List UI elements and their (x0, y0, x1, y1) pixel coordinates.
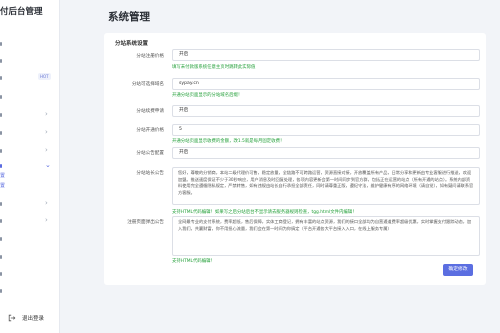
sidebar-item-9[interactable]: › (0, 198, 60, 210)
menu-dot-icon (0, 42, 2, 46)
sidebar-item-8[interactable]: ⌄ (0, 160, 60, 172)
sidebar-item-13[interactable] (0, 268, 60, 280)
menu-dot-icon (0, 289, 2, 293)
chevron-right-icon: › (45, 128, 48, 136)
confirm-button[interactable]: 确定修改 (443, 264, 473, 276)
sidebar-subitem-1[interactable]: 置 (0, 172, 5, 179)
chevron-down-icon: ⌄ (45, 161, 51, 169)
field-label-register-notice: 注册页面弹出公告 (127, 220, 164, 225)
page-title: 系统管理 (108, 11, 150, 23)
announcement-textarea[interactable]: 您好，尊敬的分销商，本站二级代理价可售，稳定放量，全链路不可跨路运营，资源直接对… (172, 167, 480, 205)
menu-dot-icon (0, 219, 2, 223)
hot-badge: HOT (38, 73, 51, 80)
menu-dot-icon (0, 272, 2, 276)
logout-label: 退出登录 (22, 316, 45, 322)
sidebar-item-6[interactable]: › (0, 127, 60, 139)
sidebar-item-11[interactable] (0, 233, 60, 245)
register-price-field[interactable]: 开启 (172, 49, 480, 61)
card-title: 分站系统设置 (115, 41, 149, 47)
field-label-register-price: 分站注册价格 (136, 54, 164, 59)
field-label-domain: 分站可选择域名 (131, 82, 164, 87)
register-notice-textarea[interactable]: 全网最专业的支付系统，费率超低，售后保障，实体工商登记，拥有丰富的站点资源，我们… (172, 216, 480, 256)
announcement-hint: 支持HTML代码编辑！如果写之后分站后台不显示请去服务器规则检查，tgg.htm… (172, 210, 357, 215)
chevron-right-icon: › (45, 199, 48, 207)
chevron-right-icon: › (45, 110, 48, 118)
brand-title: 付后台管理 (0, 7, 43, 17)
domain-hint: 开通分站页面显示的分站域名后缀！ (172, 93, 243, 98)
field-label-renewal: 分站续费申请 (136, 109, 164, 114)
menu-dot-icon (0, 113, 2, 117)
chevron-right-icon: › (45, 146, 48, 154)
sidebar-item-3[interactable]: HOT (0, 72, 60, 84)
sidebar-item-1[interactable] (0, 38, 60, 50)
menu-dot-icon (0, 149, 2, 153)
menu-dot-icon (0, 131, 2, 135)
sidebar-item-5[interactable]: › (0, 109, 60, 121)
register-price-hint: 填写未付款版系统任意主页时跳转此实际值 (172, 65, 256, 70)
settings-card: 分站系统设置 分站注册价格 开启 填写未付款版系统任意主页时跳转此实际值 分站可… (104, 33, 486, 285)
sidebar-item-12[interactable] (0, 251, 60, 263)
open-price-hint: 开通分站页面显示收费的金额，改1.5就是每月固定收费！ (172, 139, 285, 144)
menu-dot-icon (0, 95, 2, 99)
register-notice-hint: 支持HTML代码编辑！ (172, 259, 215, 264)
sidebar-item-2[interactable] (0, 55, 60, 67)
menu-dot-icon (0, 76, 2, 80)
sidebar-item-14[interactable] (0, 285, 60, 297)
menu-dot-icon (0, 202, 2, 206)
renewal-field[interactable]: 开启 (172, 105, 480, 117)
chevron-right-icon: › (45, 216, 48, 224)
sidebar-item-10[interactable]: › (0, 215, 60, 227)
logout-button[interactable]: 退出登录 (8, 313, 60, 325)
sidebar-item-7[interactable]: › (0, 145, 60, 157)
sidebar-item-4[interactable] (0, 91, 60, 103)
domain-field[interactable]: sypay.cn (172, 78, 480, 90)
notice-config-field[interactable]: 开启 (172, 147, 480, 159)
menu-dot-icon (0, 59, 2, 63)
logout-icon (8, 314, 16, 322)
menu-dot-icon (0, 164, 2, 168)
sidebar: 付后台管理 HOT › › › ⌄ 置 置 › › 退出登录 (0, 0, 60, 333)
menu-dot-icon (0, 255, 2, 259)
open-price-field[interactable]: 5 (172, 124, 480, 136)
field-label-notice-config: 分站公告配置 (136, 151, 164, 156)
field-label-announcement: 分站站长公告 (136, 171, 164, 176)
menu-dot-icon (0, 237, 2, 241)
sidebar-subitem-2[interactable]: 置 (0, 182, 5, 189)
field-label-open-price: 分站开通价格 (136, 128, 164, 133)
